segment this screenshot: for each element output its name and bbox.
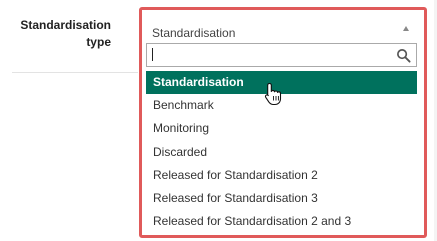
option-benchmark[interactable]: Benchmark (146, 94, 417, 117)
option-standardisation[interactable]: Standardisation (146, 71, 417, 95)
select-current-value: Standardisation (152, 26, 236, 40)
field-label: Standardisation type (0, 17, 111, 51)
caret-up-icon[interactable] (403, 26, 409, 31)
search-icon (397, 49, 411, 63)
option-monitoring[interactable]: Monitoring (146, 117, 417, 140)
text-cursor (152, 48, 153, 61)
option-discarded[interactable]: Discarded (146, 141, 417, 164)
field-label-line2: type (86, 35, 111, 49)
option-released-standardisation-2[interactable]: Released for Standardisation 2 (146, 164, 417, 187)
options-list: Standardisation Benchmark Monitoring Dis… (146, 71, 417, 233)
divider (12, 72, 138, 73)
field-label-line1: Standardisation (20, 18, 111, 32)
page: Standardisation type Standardisation Sta… (0, 0, 437, 241)
option-released-standardisation-2-and-3[interactable]: Released for Standardisation 2 and 3 (146, 210, 417, 233)
dropdown-highlight-frame: Standardisation Standardisation Benchmar… (139, 7, 427, 238)
search-field[interactable] (146, 43, 417, 67)
option-released-standardisation-3[interactable]: Released for Standardisation 3 (146, 187, 417, 210)
search-input[interactable] (147, 44, 391, 66)
